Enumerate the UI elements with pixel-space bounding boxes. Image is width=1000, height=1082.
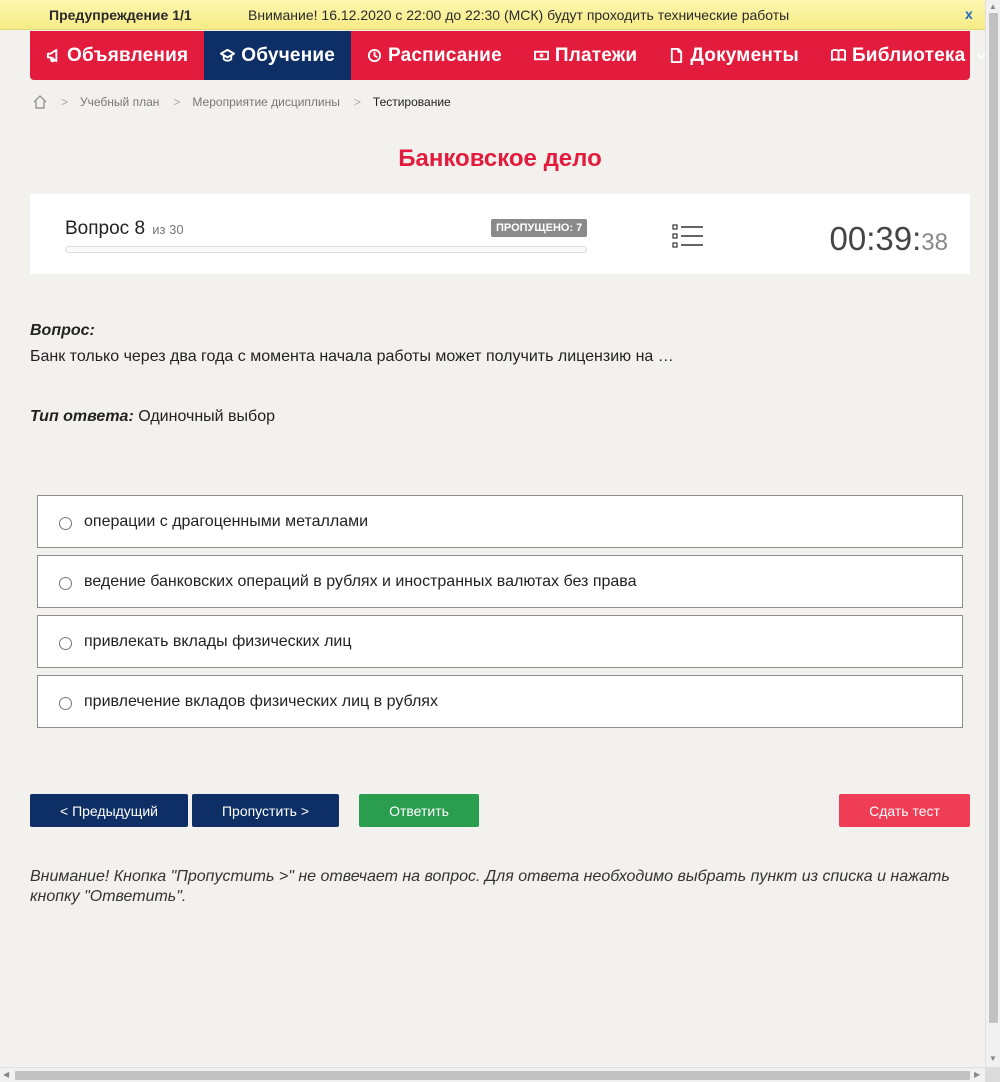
countdown-timer: 00:39:38 [830,220,948,258]
skip-notice: Внимание! Кнопка "Пропустить >" не отвеч… [30,868,950,905]
answer-type-label: Тип ответа: [30,408,134,425]
graduation-cap-icon [220,48,236,62]
nav-label: Обучение [241,44,336,66]
breadcrumb-item-curriculum[interactable]: Учебный план [80,95,159,109]
question-label: Вопрос: [30,322,95,339]
question-list-icon[interactable] [672,222,704,252]
book-icon [830,49,846,62]
nav-label: Документы [690,44,799,66]
skip-button[interactable]: Пропустить > [192,794,339,827]
vertical-scrollbar[interactable]: ▲ ▼ [985,0,1000,1067]
radio-button[interactable] [59,697,72,710]
radio-button[interactable] [59,637,72,650]
answer-option[interactable]: операции с драгоценными металлами [37,495,963,548]
nav-item-payments[interactable]: Платежи [518,31,653,80]
answer-type: Тип ответа: Одиночный выбор [30,408,275,426]
nav-item-schedule[interactable]: Расписание [351,31,518,80]
main-nav: Объявления Обучение Расписание Платежи Д… [30,31,986,80]
timer-seconds: 38 [921,229,948,256]
progress-bar [65,246,587,253]
nav-label: Расписание [388,44,502,66]
breadcrumb-separator: > [173,95,181,109]
scroll-right-icon[interactable]: ▶ [974,1070,980,1079]
page-title: Банковское дело [398,145,602,172]
vertical-scroll-thumb[interactable] [989,13,998,1023]
scroll-down-icon[interactable]: ▼ [989,1054,997,1063]
answer-option-text: привлечение вкладов физических лиц в руб… [84,692,438,710]
breadcrumb-item-discipline-event[interactable]: Мероприятие дисциплины [192,95,339,109]
breadcrumb-separator: > [61,95,69,109]
question-number: Вопрос 8 из 30 [65,218,184,240]
nav-label: Платежи [554,44,638,66]
breadcrumb: > Учебный план > Мероприятие дисциплины … [33,95,451,109]
nav-label: Библиотека [851,44,966,66]
answer-button[interactable]: Ответить [359,794,479,827]
submit-test-button[interactable]: Сдать тест [839,794,970,827]
horizontal-scroll-thumb[interactable] [15,1071,970,1080]
document-icon [671,48,683,63]
warning-counter: Предупреждение 1/1 [49,7,192,23]
answer-options: операции с драгоценными металлами ведени… [37,495,963,735]
timer-main: 00:39: [829,220,922,257]
question-text: Банк только через два года с момента нач… [30,348,674,365]
answer-option-text: привлекать вклады физических лиц [84,632,352,650]
answer-option-text: ведение банковских операций в рублях и и… [84,572,637,590]
question-panel: Вопрос 8 из 30 ПРОПУЩЕНО: 7 00:39:38 [30,194,970,274]
clock-icon [367,48,382,63]
scroll-up-icon[interactable]: ▲ [989,2,997,11]
question-number-label: Вопрос 8 [65,218,146,239]
warning-message: Внимание! 16.12.2020 с 22:00 до 22:30 (М… [248,7,790,23]
megaphone-icon [46,48,58,63]
answer-option[interactable]: ведение банковских операций в рублях и и… [37,555,963,608]
answer-option-text: операции с драгоценными металлами [84,512,369,530]
radio-button[interactable] [59,577,72,590]
horizontal-scrollbar[interactable]: ◀ ▶ [0,1067,985,1082]
answer-option[interactable]: привлечение вкладов физических лиц в руб… [37,675,963,728]
nav-item-announcements[interactable]: Объявления [30,31,204,80]
answer-type-value: Одиночный выбор [138,408,275,425]
skipped-badge: ПРОПУЩЕНО: 7 [491,219,588,237]
scrollbar-corner [985,1067,1000,1082]
previous-button[interactable]: < Предыдущий [30,794,188,827]
warning-bar: Предупреждение 1/1 Внимание! 16.12.2020 … [0,0,985,30]
nav-item-documents[interactable]: Документы [653,31,815,80]
question-total: из 30 [152,222,184,237]
breadcrumb-current: Тестирование [372,95,451,109]
nav-label: Объявления [67,44,189,66]
scroll-left-icon[interactable]: ◀ [3,1070,9,1079]
answer-option[interactable]: привлекать вклады физических лиц [37,615,963,668]
nav-item-learning[interactable]: Обучение [204,31,352,80]
warning-close-button[interactable]: x [965,6,973,22]
radio-button[interactable] [59,517,72,530]
nav-item-library[interactable]: Библиотека [815,31,1000,80]
home-icon[interactable] [33,95,47,109]
money-icon [533,50,549,61]
breadcrumb-separator: > [353,95,361,109]
